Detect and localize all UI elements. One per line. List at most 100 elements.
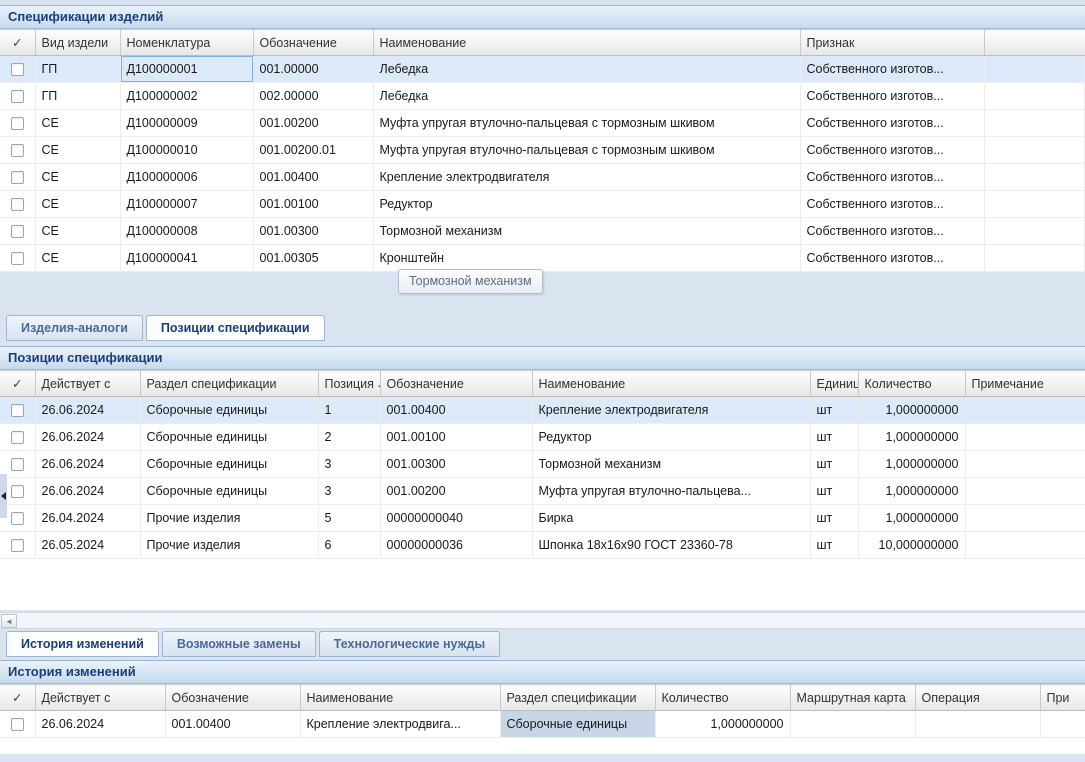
table-cell[interactable]: 001.00000	[253, 56, 373, 83]
table-cell[interactable]: шт	[810, 478, 858, 505]
table-cell[interactable]: 1	[318, 397, 380, 424]
table-cell[interactable]: Шпонка 18х16х90 ГОСТ 23360-78	[532, 532, 810, 559]
row-checkbox[interactable]	[11, 458, 24, 471]
table-row[interactable]: СЕД100000010001.00200.01Муфта упругая вт…	[0, 137, 1085, 164]
table-cell[interactable]	[790, 711, 915, 738]
column-header[interactable]: Номенклатура	[120, 30, 253, 56]
select-all-header[interactable]: ✓	[0, 685, 35, 711]
table-cell[interactable]: Собственного изготов...	[800, 245, 984, 272]
row-checkbox[interactable]	[11, 404, 24, 417]
table-cell[interactable]: СЕ	[35, 137, 120, 164]
table-cell[interactable]: Д100000002	[120, 83, 253, 110]
table-cell[interactable]: Лебедка	[373, 83, 800, 110]
table-cell[interactable]: Редуктор	[373, 191, 800, 218]
table-cell[interactable]: 1,000000000	[858, 505, 965, 532]
row-checkbox[interactable]	[11, 198, 24, 211]
table-cell[interactable]: Крепление электродвигателя	[373, 164, 800, 191]
column-header[interactable]: Действует с	[35, 371, 140, 397]
column-header[interactable]: Единица	[810, 371, 858, 397]
scroll-left-arrow-icon[interactable]: ◄	[1, 614, 17, 628]
row-checkbox[interactable]	[11, 431, 24, 444]
table-row[interactable]: ГПД100000002002.00000ЛебедкаСобственного…	[0, 83, 1085, 110]
row-checkbox[interactable]	[11, 512, 24, 525]
column-header[interactable]: Раздел спецификации	[500, 685, 655, 711]
table-cell[interactable]: СЕ	[35, 164, 120, 191]
table-cell[interactable]: 26.06.2024	[35, 451, 140, 478]
table-cell[interactable]	[965, 505, 1085, 532]
column-header[interactable]: Операция	[915, 685, 1040, 711]
table-cell[interactable]: Сборочные единицы	[140, 424, 318, 451]
table-cell[interactable]: Сборочные единицы	[140, 451, 318, 478]
table-cell[interactable]: Лебедка	[373, 56, 800, 83]
table-cell[interactable]: Крепление электродвигателя	[532, 397, 810, 424]
tab-1[interactable]: История изменений	[6, 631, 159, 657]
table-cell[interactable]: Д100000007	[120, 191, 253, 218]
splitter-collapse-handle[interactable]	[0, 474, 7, 518]
table-row[interactable]: 26.04.2024Прочие изделия500000000040Бирк…	[0, 505, 1085, 532]
table-cell[interactable]: 1,000000000	[858, 424, 965, 451]
table-cell[interactable]: шт	[810, 505, 858, 532]
row-checkbox[interactable]	[11, 144, 24, 157]
table-cell[interactable]: Собственного изготов...	[800, 83, 984, 110]
table-cell[interactable]: 26.04.2024	[35, 505, 140, 532]
select-all-header[interactable]: ✓	[0, 371, 35, 397]
table-row[interactable]: 26.06.2024Сборочные единицы3001.00300Тор…	[0, 451, 1085, 478]
table-cell[interactable]: 001.00100	[380, 424, 532, 451]
table-cell[interactable]: 3	[318, 478, 380, 505]
table-row[interactable]: СЕД100000009001.00200Муфта упругая втуло…	[0, 110, 1085, 137]
table-cell[interactable]: 26.06.2024	[35, 397, 140, 424]
table-cell[interactable]: Д100000008	[120, 218, 253, 245]
table-cell[interactable]	[965, 397, 1085, 424]
table-cell[interactable]	[915, 711, 1040, 738]
table-cell[interactable]: 001.00300	[253, 218, 373, 245]
column-header[interactable]: Обозначение	[380, 371, 532, 397]
table-cell[interactable]: 26.05.2024	[35, 532, 140, 559]
table-cell[interactable]: Сборочные единицы	[500, 711, 655, 738]
table-cell[interactable]: 2	[318, 424, 380, 451]
table-cell[interactable]: 26.06.2024	[35, 711, 165, 738]
table-cell[interactable]: СЕ	[35, 191, 120, 218]
table-row[interactable]: СЕД100000006001.00400Крепление электродв…	[0, 164, 1085, 191]
table-cell[interactable]: шт	[810, 424, 858, 451]
table-cell[interactable]: Собственного изготов...	[800, 137, 984, 164]
tab-2[interactable]: Позиции спецификации	[146, 315, 325, 341]
table-cell[interactable]: СЕ	[35, 218, 120, 245]
table-cell[interactable]: Д100000006	[120, 164, 253, 191]
table-cell[interactable]: 00000000040	[380, 505, 532, 532]
table-cell[interactable]	[1040, 711, 1085, 738]
table-cell[interactable]: шт	[810, 451, 858, 478]
table-row[interactable]: СЕД100000008001.00300Тормозной механизмС…	[0, 218, 1085, 245]
table-cell[interactable]: Крепление электродвига...	[300, 711, 500, 738]
table-cell[interactable]: Тормозной механизм	[373, 218, 800, 245]
table-cell[interactable]: 10,000000000	[858, 532, 965, 559]
column-header[interactable]: Наименование	[300, 685, 500, 711]
column-header[interactable]: Примечание	[965, 371, 1085, 397]
table-cell[interactable]: Собственного изготов...	[800, 110, 984, 137]
row-checkbox[interactable]	[11, 117, 24, 130]
table-cell[interactable]: Собственного изготов...	[800, 191, 984, 218]
table-row[interactable]: 26.06.2024Сборочные единицы1001.00400Кре…	[0, 397, 1085, 424]
table-cell[interactable]: Муфта упругая втулочно-пальцевая с тормо…	[373, 110, 800, 137]
table-cell[interactable]: Муфта упругая втулочно-пальцева...	[532, 478, 810, 505]
table-cell[interactable]: 3	[318, 451, 380, 478]
tab-3[interactable]: Технологические нужды	[319, 631, 500, 657]
table-cell[interactable]: Прочие изделия	[140, 505, 318, 532]
column-header[interactable]: Количество	[655, 685, 790, 711]
table-cell[interactable]: 002.00000	[253, 83, 373, 110]
column-header[interactable]: Количество	[858, 371, 965, 397]
table-cell[interactable]: шт	[810, 397, 858, 424]
table-cell[interactable]: 001.00200	[380, 478, 532, 505]
table-cell[interactable]: Д100000010	[120, 137, 253, 164]
table-cell[interactable]: Сборочные единицы	[140, 478, 318, 505]
column-header[interactable]: При	[1040, 685, 1085, 711]
table-cell[interactable]: 26.06.2024	[35, 424, 140, 451]
tab-2[interactable]: Возможные замены	[162, 631, 316, 657]
column-header[interactable]: Позиция	[318, 371, 380, 397]
table-cell[interactable]: Тормозной механизм	[532, 451, 810, 478]
table-cell[interactable]: 001.00300	[380, 451, 532, 478]
table-cell[interactable]: ГП	[35, 56, 120, 83]
row-checkbox[interactable]	[11, 718, 24, 731]
table-cell[interactable]: Собственного изготов...	[800, 218, 984, 245]
table-cell[interactable]: 1,000000000	[858, 397, 965, 424]
table-cell[interactable]: 1,000000000	[655, 711, 790, 738]
